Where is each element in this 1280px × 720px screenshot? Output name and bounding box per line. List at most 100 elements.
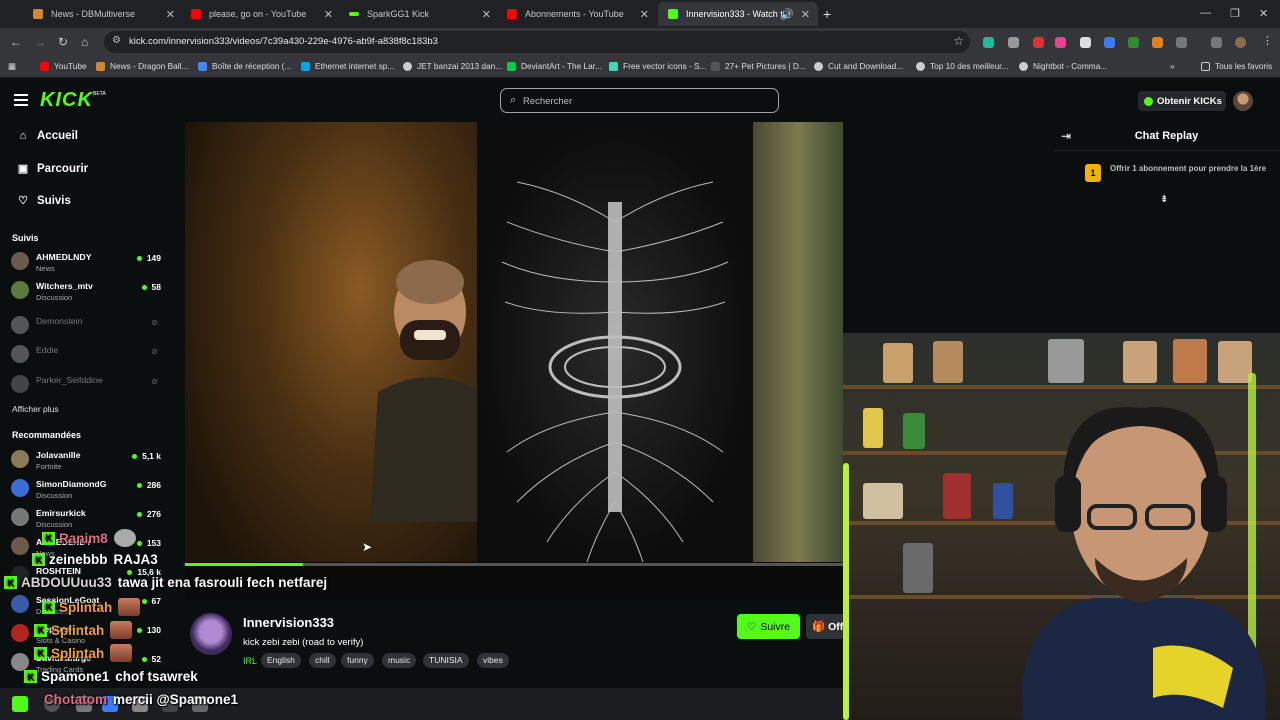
kick-logo[interactable]: KICK [40,89,93,112]
overlay-chat-line: K Splintah [42,598,146,616]
close-icon[interactable]: ✕ [166,8,175,21]
close-icon[interactable]: ✕ [801,8,810,21]
stream-category[interactable]: IRL [243,656,257,666]
minimize-icon[interactable]: — [1200,7,1211,19]
followed-channel-offline[interactable]: Parker_Seifddine ⊘ [11,373,161,399]
browser-tab[interactable]: Abonnements - YouTube ✕ [497,2,657,26]
camera-extension-icon[interactable] [1008,37,1019,48]
puzzle-icon[interactable] [1176,37,1187,48]
live-dot-icon [136,482,142,488]
close-icon[interactable]: ✕ [324,8,333,21]
back-icon[interactable]: ← [10,35,22,49]
search-input[interactable] [523,93,763,109]
collectible-box [883,343,913,383]
kebab-menu-icon[interactable]: ⋮ [1262,34,1273,47]
close-icon[interactable]: ✕ [640,8,649,21]
get-kicks-button[interactable]: Obtenir KICKs [1138,91,1226,111]
search-bar[interactable]: ⌕ [500,88,779,113]
apps-icon[interactable]: ▦ [8,61,16,71]
figurine [943,473,971,519]
new-tab-button[interactable]: + [823,6,831,22]
extension-icon[interactable] [983,37,994,48]
extension-icon[interactable] [1128,37,1139,48]
stream-tag[interactable]: music [382,653,417,668]
url-text[interactable]: kick.com/innervision333/videos/7c39a430-… [129,36,438,47]
offline-icon: ⊘ [151,377,158,386]
nav-browse[interactable]: ▣ Parcourir [16,162,88,176]
extension-icon[interactable] [1055,37,1066,48]
extension-icon[interactable] [1152,37,1163,48]
collectible-box [1173,339,1207,383]
bookmark-item[interactable]: 27+ Pet Pictures | D... [711,61,806,71]
site-info-icon[interactable]: ⚙ [112,35,121,46]
user-avatar[interactable] [1233,91,1253,111]
bookmark-item[interactable]: News - Dragon Ball... [96,61,188,71]
mail-icon [198,61,207,71]
bookmark-item[interactable]: Top 10 des meilleur... [916,61,1008,71]
bookmark-item[interactable]: Nightbot - Comma... [1019,61,1107,71]
bookmark-item[interactable]: Cut and Download... [814,61,903,71]
bookmark-item[interactable]: YouTube [40,61,87,71]
gift-sub-button[interactable]: 🎁 Off [806,614,843,639]
kick-badge-icon: K [34,646,47,660]
video-progress-bar[interactable] [185,563,843,566]
reload-icon[interactable]: ↻ [58,35,68,49]
close-icon[interactable]: ✕ [482,8,491,21]
bookmark-item[interactable]: Free vector icons - S... [609,61,706,71]
stream-tag[interactable]: funny [341,653,374,668]
mouse-cursor-icon: ➤ [362,540,373,554]
menu-icon[interactable] [14,94,28,106]
followed-channel[interactable]: Witchers_mtv Discussion 58 [11,279,161,305]
recommended-channel[interactable]: SimonDiamondG Discussion 286 [11,477,161,503]
browser-tab[interactable]: News - DBMultiverse ✕ [23,2,183,26]
followed-channel-offline[interactable]: Eddie ⊘ [11,343,161,369]
bookmark-item[interactable]: Boîte de réception (... [198,61,291,71]
nav-following[interactable]: ♡ Suivis [16,194,71,208]
show-more-link[interactable]: Afficher plus [12,404,59,414]
browser-tab-active[interactable]: Innervision333 - Watch the 🔊 ✕ [658,2,818,26]
all-bookmarks-folder[interactable]: Tous les favoris [1201,61,1272,71]
centipede-xray-figure [501,181,729,563]
kick-icon [349,12,359,16]
home-icon: ⌂ [19,130,27,142]
gift-sub-banner[interactable]: 1 Offrir 1 abonnement pour prendre la 1è… [1085,164,1275,182]
bookmark-item[interactable]: JET banzai 2013 dan... [403,61,502,71]
stream-tag[interactable]: chill [309,653,336,668]
follow-button[interactable]: ♡ Suivre [737,614,800,639]
expand-pinned-icon[interactable]: ⇟ [1160,194,1168,205]
video-frame-center [477,122,754,563]
speaker-icon[interactable]: 🔊 [780,8,794,21]
bookmark-item[interactable]: Ethernet internet sp... [301,61,394,71]
recommended-channel[interactable]: Jolavanille Fortnite 5,1 k [11,448,161,474]
extension-icon[interactable] [1080,37,1091,48]
avatar [11,595,29,613]
restore-icon[interactable]: ❐ [1230,7,1240,20]
stream-tag[interactable]: English [261,653,301,668]
profile-avatar[interactable] [1235,37,1246,48]
followed-channel-offline[interactable]: Demonstein ⊘ [11,314,161,340]
streamer-avatar[interactable] [190,613,232,655]
nav-home[interactable]: ⌂ Accueil [16,130,78,142]
bookmark-star-icon[interactable]: ☆ [953,34,964,48]
streamer-name[interactable]: Innervision333 [243,615,334,630]
video-player[interactable] [185,122,843,600]
browser-tab[interactable]: please, go on - YouTube ✕ [181,2,341,26]
reading-list-icon[interactable] [1211,37,1222,48]
extension-icon[interactable] [1104,37,1115,48]
bookmarks-bar: ▦ YouTube News - Dragon Ball... Boîte de… [0,56,1280,78]
stream-tag[interactable]: vibes [477,653,509,668]
close-window-icon[interactable]: ✕ [1259,7,1268,20]
address-bar[interactable]: ⚙ kick.com/innervision333/videos/7c39a43… [104,31,970,53]
home-icon[interactable]: ⌂ [81,35,88,49]
forward-icon[interactable]: → [34,35,46,49]
browser-tab[interactable]: SparkGG1 Kick ✕ [339,2,499,26]
stream-tag[interactable]: TUNISIA [423,653,469,668]
avatar [11,281,29,299]
followed-channel[interactable]: AHMEDLNDY News 149 [11,250,161,276]
chevron-right-icon[interactable]: » [1170,61,1175,71]
kick-icon[interactable] [12,696,28,712]
live-dot-icon [136,511,142,517]
gift-icon: 🎁 [812,621,826,633]
bookmark-item[interactable]: DeviantArt - The Lar... [507,61,602,71]
extension-icon[interactable] [1033,37,1044,48]
